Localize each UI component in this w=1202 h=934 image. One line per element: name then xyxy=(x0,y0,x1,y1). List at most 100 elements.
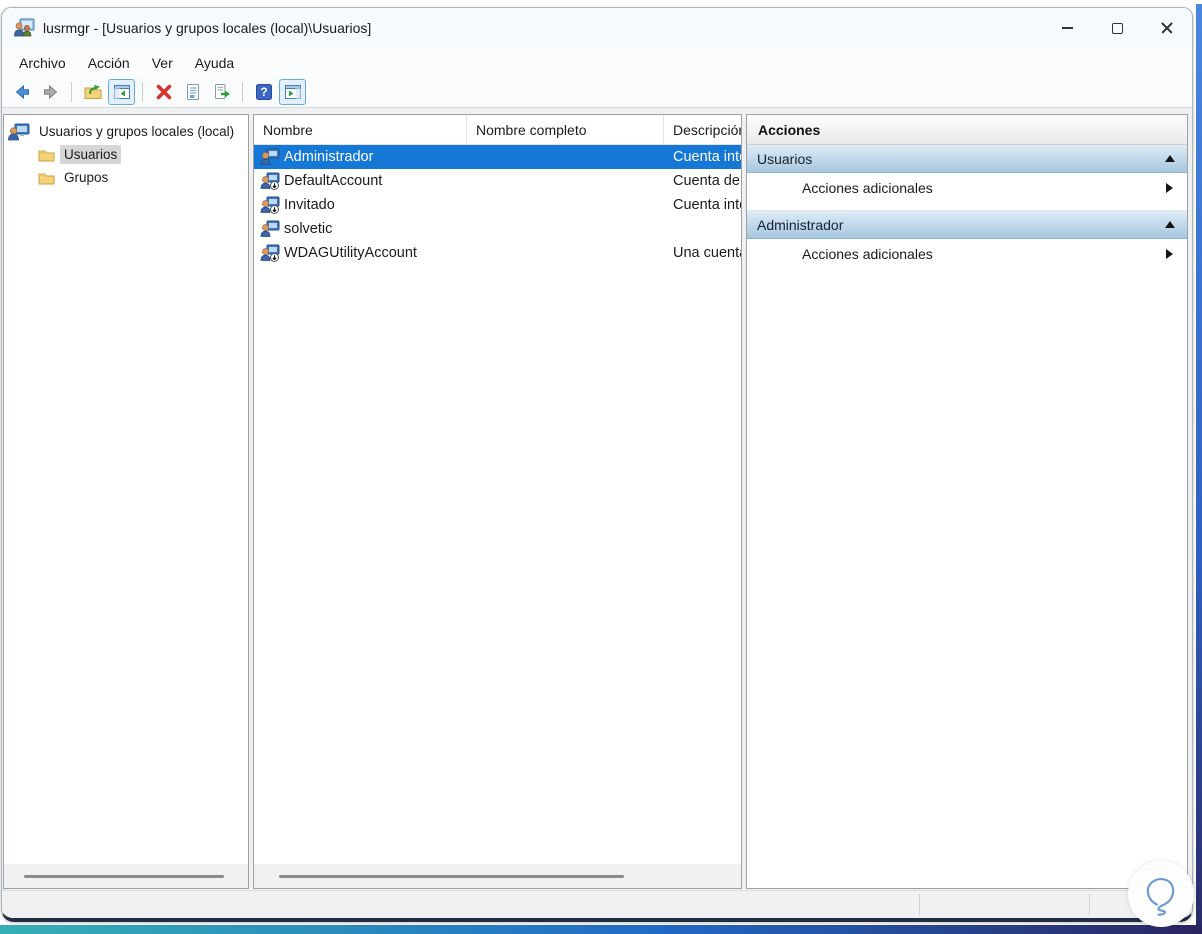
user-row-solvetic[interactable]: solvetic xyxy=(254,217,741,241)
user-disabled-icon xyxy=(260,244,280,262)
action-item-acciones-adicionales-usuarios[interactable]: Acciones adicionales xyxy=(747,173,1187,203)
user-row-invitado[interactable]: Invitado Cuenta inte xyxy=(254,193,741,217)
list-header: Nombre Nombre completo Descripción xyxy=(254,115,741,145)
action-item-label: Acciones adicionales xyxy=(802,180,933,196)
up-folder-icon xyxy=(84,85,101,99)
user-list-pane: Nombre Nombre completo Descripción Admin… xyxy=(253,114,742,889)
column-header-descripcion[interactable]: Descripción xyxy=(664,115,741,144)
section-title: Usuarios xyxy=(757,150,813,167)
minimize-button[interactable] xyxy=(1042,9,1092,47)
tree-item-usuarios[interactable]: Usuarios xyxy=(6,143,246,166)
submenu-arrow-icon xyxy=(1166,249,1173,259)
folder-icon xyxy=(38,173,55,184)
lightbulb-icon xyxy=(1146,878,1175,916)
user-row-administrador[interactable]: Administrador Cuenta inte xyxy=(254,145,741,169)
console-tree: Usuarios y grupos locales (local) Usuari… xyxy=(4,115,248,194)
tree-root-item[interactable]: Usuarios y grupos locales (local) xyxy=(6,120,246,143)
svg-text:?: ? xyxy=(260,85,267,99)
user-icon xyxy=(260,220,280,237)
user-description: Cuenta de u xyxy=(673,173,741,189)
user-name: Administrador xyxy=(284,149,374,165)
status-bar-separator xyxy=(919,894,920,915)
up-one-level-button[interactable] xyxy=(79,79,106,105)
show-hide-console-tree-button[interactable] xyxy=(108,79,135,105)
user-description: Cuenta inte xyxy=(673,149,741,165)
image-frame-right xyxy=(1196,4,1202,934)
status-bar xyxy=(2,890,1192,918)
user-disabled-icon xyxy=(260,196,280,214)
submenu-arrow-icon xyxy=(1166,183,1173,193)
tree-item-grupos[interactable]: Grupos xyxy=(6,166,246,189)
close-button[interactable] xyxy=(1142,9,1192,47)
forward-button[interactable] xyxy=(37,79,64,105)
collapse-icon[interactable] xyxy=(1165,221,1175,228)
menu-archivo[interactable]: Archivo xyxy=(8,51,77,75)
help-button[interactable]: ? xyxy=(250,79,277,105)
toolbar-separator xyxy=(71,82,72,102)
solvetic-bulb-watermark xyxy=(1128,861,1194,927)
actions-section-administrador: Administrador Acciones adicionales xyxy=(747,210,1187,269)
user-description: Una cuenta xyxy=(673,245,741,261)
list-scrollbar-thumb[interactable] xyxy=(279,874,624,878)
user-icon xyxy=(260,148,280,165)
collapse-icon[interactable] xyxy=(1165,155,1175,162)
tree-item-usuarios-label: Usuarios xyxy=(60,145,122,164)
window-title: lusrmgr - [Usuarios y grupos locales (lo… xyxy=(43,20,372,36)
close-icon xyxy=(1161,22,1173,34)
forward-arrow-icon xyxy=(43,84,57,100)
image-frame-bottom xyxy=(0,925,1202,934)
user-name: DefaultAccount xyxy=(284,173,383,189)
actions-section-usuarios-header[interactable]: Usuarios xyxy=(747,145,1187,173)
column-header-nombre-completo[interactable]: Nombre completo xyxy=(467,115,664,144)
delete-x-icon xyxy=(156,84,171,100)
tree-scrollbar-thumb[interactable] xyxy=(24,874,224,878)
screenshot-canvas: lusrmgr - [Usuarios y grupos locales (lo… xyxy=(0,0,1202,934)
folder-icon xyxy=(38,150,55,161)
lusrmgr-app-icon xyxy=(14,18,35,37)
tree-horizontal-scrollbar[interactable] xyxy=(4,864,248,888)
user-description: Cuenta inte xyxy=(673,197,741,213)
user-row-wdagutilityaccount[interactable]: WDAGUtilityAccount Una cuenta xyxy=(254,241,741,265)
action-item-label: Acciones adicionales xyxy=(802,246,933,262)
help-icon: ? xyxy=(255,84,272,100)
status-bar-separator xyxy=(1089,894,1090,915)
minimize-icon xyxy=(1061,27,1073,29)
user-disabled-icon xyxy=(260,172,280,190)
actions-section-usuarios: Usuarios Acciones adicionales xyxy=(747,145,1187,203)
action-pane-icon xyxy=(284,85,301,99)
user-row-defaultaccount[interactable]: DefaultAccount Cuenta de u xyxy=(254,169,741,193)
maximize-button[interactable] xyxy=(1092,9,1142,47)
tree-root-label: Usuarios y grupos locales (local) xyxy=(39,124,235,139)
titlebar[interactable]: lusrmgr - [Usuarios y grupos locales (lo… xyxy=(2,8,1192,48)
menu-accion[interactable]: Acción xyxy=(77,51,141,75)
column-header-nombre[interactable]: Nombre xyxy=(254,115,467,144)
back-button[interactable] xyxy=(8,79,35,105)
toolbar-separator xyxy=(142,82,143,102)
action-item-acciones-adicionales-administrador[interactable]: Acciones adicionales xyxy=(747,239,1187,269)
actions-pane: Acciones Usuarios Acciones adicionales A… xyxy=(746,114,1188,889)
toolbar: ? xyxy=(2,77,1192,108)
list-horizontal-scrollbar[interactable] xyxy=(254,864,741,888)
properties-icon xyxy=(186,84,199,100)
properties-button[interactable] xyxy=(179,79,206,105)
actions-section-administrador-header[interactable]: Administrador xyxy=(747,211,1187,239)
user-name: solvetic xyxy=(284,221,333,237)
user-name: Invitado xyxy=(284,197,335,213)
toolbar-separator xyxy=(242,82,243,102)
maximize-icon xyxy=(1111,22,1123,34)
users-computer-icon xyxy=(8,123,30,140)
menu-ayuda[interactable]: Ayuda xyxy=(184,51,245,75)
console-tree-icon xyxy=(113,85,130,99)
menu-ver[interactable]: Ver xyxy=(141,51,184,75)
export-list-button[interactable] xyxy=(208,79,235,105)
content-area: Usuarios y grupos locales (local) Usuari… xyxy=(2,108,1192,918)
section-title: Administrador xyxy=(757,216,844,233)
lusrmgr-window: lusrmgr - [Usuarios y grupos locales (lo… xyxy=(1,7,1193,922)
delete-button[interactable] xyxy=(150,79,177,105)
export-list-icon xyxy=(214,84,230,99)
back-arrow-icon xyxy=(15,84,29,100)
user-name: WDAGUtilityAccount xyxy=(284,245,417,261)
menubar: Archivo Acción Ver Ayuda xyxy=(2,48,1192,77)
console-tree-pane: Usuarios y grupos locales (local) Usuari… xyxy=(3,114,249,889)
show-hide-action-pane-button[interactable] xyxy=(279,79,306,105)
